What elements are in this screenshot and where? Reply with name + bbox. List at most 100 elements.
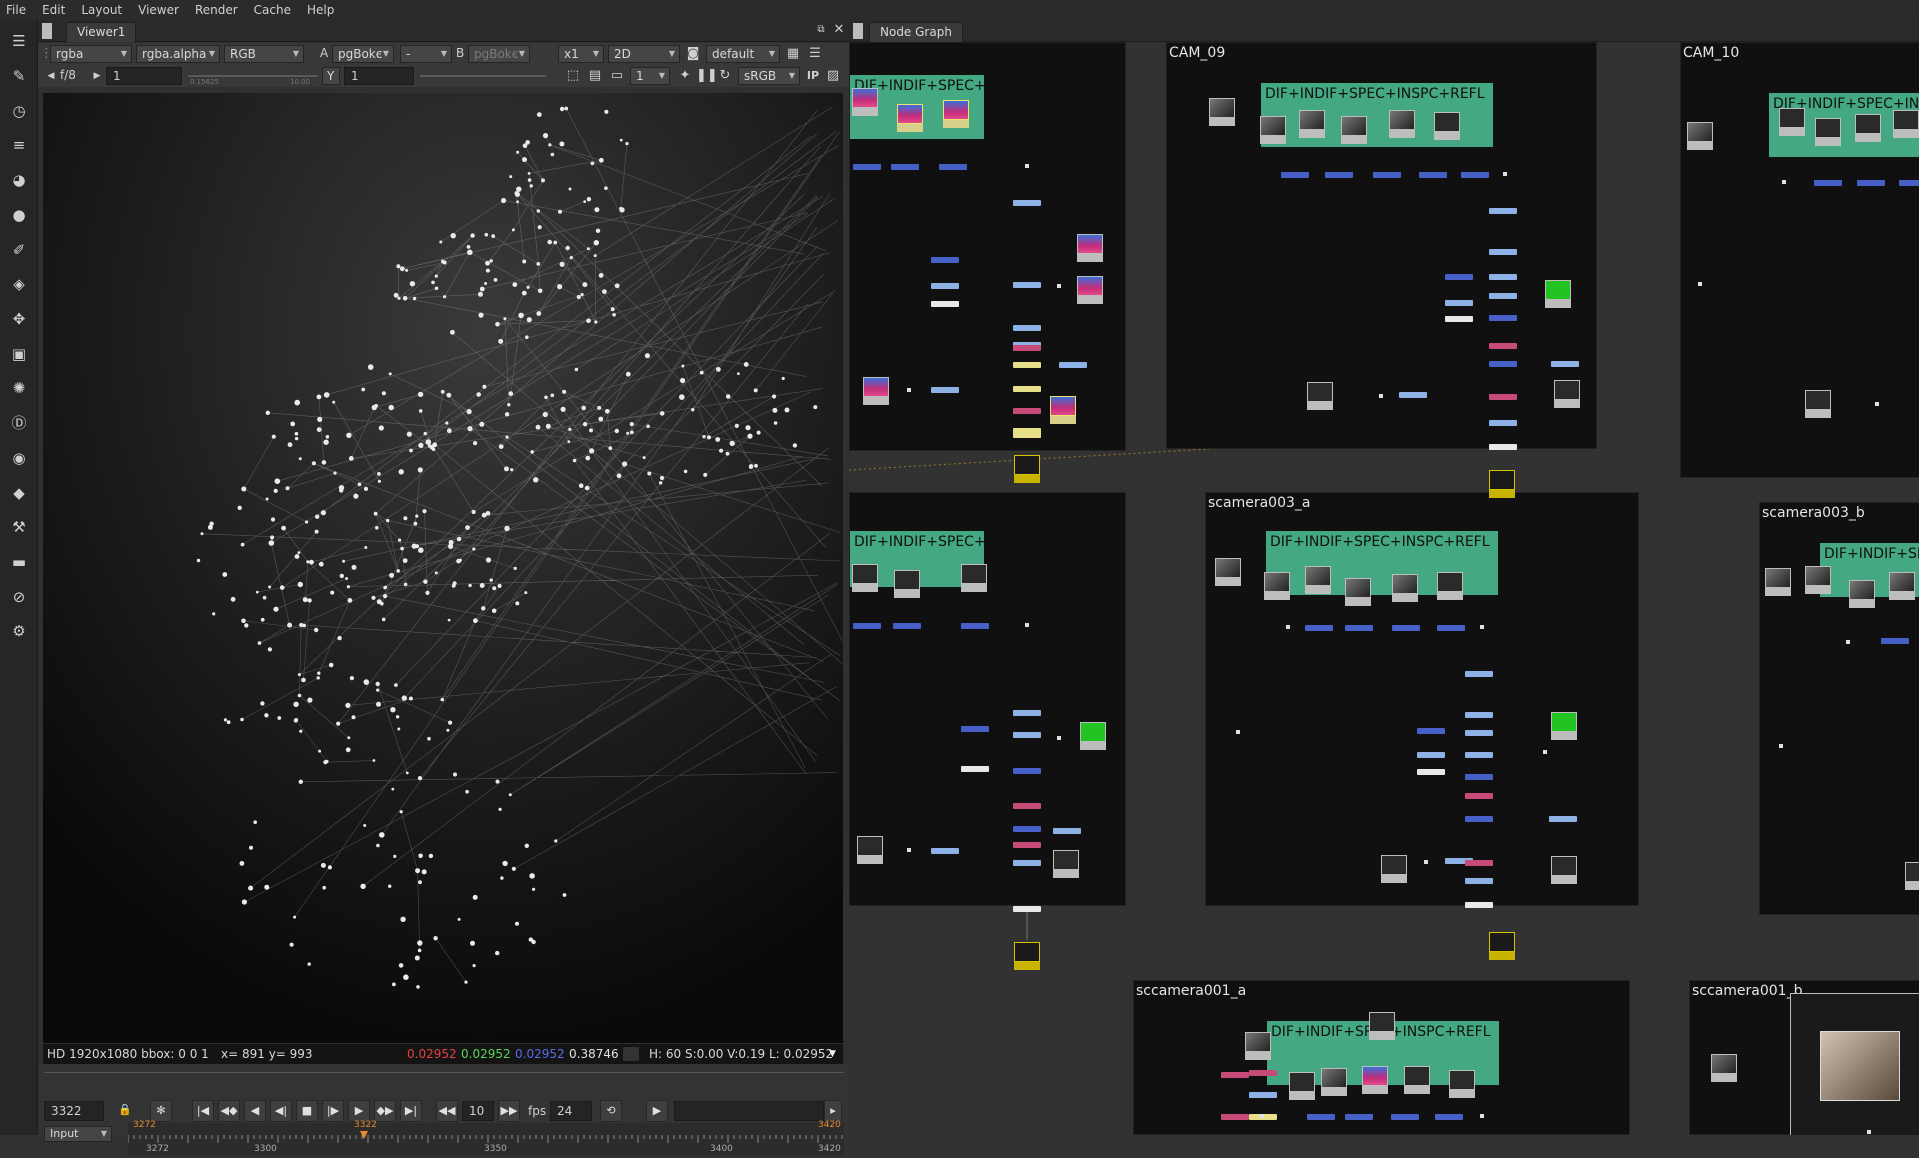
merge-node[interactable] [1419, 172, 1447, 178]
a-input-select[interactable]: pgBokє ▼ [332, 45, 394, 63]
dot-node[interactable] [1025, 623, 1029, 627]
next-keyframe-icon[interactable]: ◆▶ [374, 1100, 396, 1122]
eye-icon[interactable]: ◉ [8, 447, 30, 469]
dot-node[interactable] [907, 388, 911, 392]
read-node[interactable] [1307, 382, 1333, 410]
read-node[interactable] [1305, 566, 1331, 594]
merge-node[interactable] [1489, 315, 1517, 321]
gain-field[interactable]: 1 [106, 67, 182, 85]
fps-field[interactable]: 24 [550, 1101, 592, 1121]
read-node[interactable] [1215, 558, 1241, 586]
lock-icon[interactable]: 🔒 [114, 1100, 136, 1122]
tab-viewer1[interactable]: Viewer1 [66, 22, 137, 42]
grade-node[interactable] [1013, 282, 1041, 288]
copy-node[interactable] [961, 766, 989, 772]
composite-op-select[interactable]: - ▼ [400, 45, 452, 63]
copy-node[interactable] [1417, 769, 1445, 775]
read-node[interactable] [1389, 110, 1415, 138]
layers-icon[interactable]: ◈ [8, 273, 30, 295]
cube-icon[interactable]: ▣ [8, 343, 30, 365]
grade-node[interactable] [1013, 386, 1041, 392]
read-node[interactable] [1554, 380, 1580, 408]
gamma-field[interactable]: 1 [344, 67, 414, 85]
read-node[interactable] [1437, 572, 1463, 600]
read-node[interactable] [1434, 112, 1460, 140]
copy-node[interactable] [1445, 316, 1473, 322]
dot-node[interactable] [1057, 736, 1061, 740]
gizmo-icon[interactable]: ⊘ [8, 586, 30, 608]
dot-node[interactable] [1867, 1130, 1871, 1134]
gain-slider[interactable] [188, 75, 318, 77]
channels-select[interactable]: rgba ▼ [50, 45, 132, 63]
read-node[interactable] [1855, 114, 1881, 142]
read-node[interactable] [1893, 110, 1919, 138]
shuffle-node[interactable] [1249, 1070, 1277, 1076]
copy-node[interactable] [1489, 444, 1517, 450]
shuffle-node[interactable] [1465, 793, 1493, 799]
grade-node[interactable] [1465, 712, 1493, 718]
merge-node[interactable] [853, 623, 881, 629]
read-node[interactable] [1245, 1032, 1271, 1060]
merge-node[interactable] [1857, 180, 1885, 186]
info-dropdown-icon[interactable]: ▼ [829, 1044, 836, 1064]
viewer-canvas[interactable] [43, 93, 843, 1043]
read-node[interactable] [1805, 390, 1831, 418]
grade-node[interactable] [931, 283, 959, 289]
dot-node[interactable] [1480, 1114, 1484, 1118]
grade-node[interactable] [1445, 300, 1473, 306]
grade-node[interactable] [1249, 1092, 1277, 1098]
display-channel-select[interactable]: RGB ▼ [224, 45, 304, 63]
dot-node[interactable] [1424, 860, 1428, 864]
shuffle-node[interactable] [1221, 1072, 1249, 1078]
merge-node[interactable] [1437, 625, 1465, 631]
menu-edit[interactable]: Edit [42, 3, 65, 17]
freeze-icon[interactable]: ✻ [150, 1100, 172, 1122]
merge-node[interactable] [961, 623, 989, 629]
dot-node[interactable] [1480, 625, 1484, 629]
proxy-scale-select[interactable]: 1 ▼ [630, 67, 670, 85]
read-node[interactable] [1805, 566, 1831, 594]
wrench-icon[interactable]: ⚒ [8, 516, 30, 538]
flipbook-icon[interactable]: ▶ [646, 1100, 668, 1122]
dot-node[interactable] [1379, 394, 1383, 398]
read-node[interactable] [1905, 862, 1919, 890]
alpha-channel-select[interactable]: rgba.alpha ▼ [136, 45, 220, 63]
backdrop-scamera003-b[interactable]: scamera003_b DIF+INDIF+SPEC+INSPC+REFL [1759, 502, 1919, 915]
grade-node[interactable] [1489, 249, 1517, 255]
read-node[interactable] [1545, 280, 1571, 308]
brush-icon[interactable]: ✐ [8, 239, 30, 261]
shuffle-node[interactable] [1489, 343, 1517, 349]
merge-node[interactable] [1281, 172, 1309, 178]
copy-node[interactable] [1013, 906, 1041, 912]
play-backward-icon[interactable]: ◀| [270, 1100, 292, 1122]
shuffle-node[interactable] [1489, 394, 1517, 400]
read-node[interactable] [1077, 276, 1103, 304]
pin-icon[interactable]: ☰ [8, 30, 30, 52]
grade-node[interactable] [1465, 752, 1493, 758]
dot-node[interactable] [1782, 180, 1786, 184]
grade-node[interactable] [1013, 732, 1041, 738]
read-node[interactable] [1209, 98, 1235, 126]
merge-node[interactable] [931, 257, 959, 263]
read-node[interactable] [1077, 234, 1103, 262]
zoom-select[interactable]: x1 ▼ [558, 45, 604, 63]
backdrop-scamera003-a[interactable]: scamera003_a DIF+INDIF+SPEC+INSPC+REFL [1205, 492, 1639, 906]
close-icon[interactable]: ✕ [830, 21, 848, 39]
input-process-toggle[interactable]: IP [804, 67, 822, 85]
backdrop-sccamera001-a[interactable]: sccamera001_a DIF+INDIF+SPEC+INSPC+REFL [1133, 980, 1630, 1135]
shuffle-node[interactable] [1221, 1114, 1249, 1120]
shuffle-node[interactable] [1465, 860, 1493, 866]
read-node[interactable] [1449, 1070, 1475, 1098]
stop-icon[interactable]: ■ [296, 1100, 318, 1122]
read-node[interactable] [1264, 572, 1290, 600]
prev-frame-icon[interactable]: ◀ [244, 1100, 266, 1122]
write-node[interactable] [1489, 932, 1515, 960]
read-node[interactable] [1053, 850, 1079, 878]
roi-icon[interactable]: ⬚ [564, 67, 582, 85]
mask-overlay-icon[interactable]: ▤ [586, 67, 604, 85]
viewer-menu-icon[interactable]: ☰ [806, 45, 824, 63]
grade-node[interactable] [1465, 671, 1493, 677]
float-panel-icon[interactable]: ⧉ [812, 21, 830, 39]
menu-help[interactable]: Help [307, 3, 334, 17]
read-node[interactable] [894, 570, 920, 598]
